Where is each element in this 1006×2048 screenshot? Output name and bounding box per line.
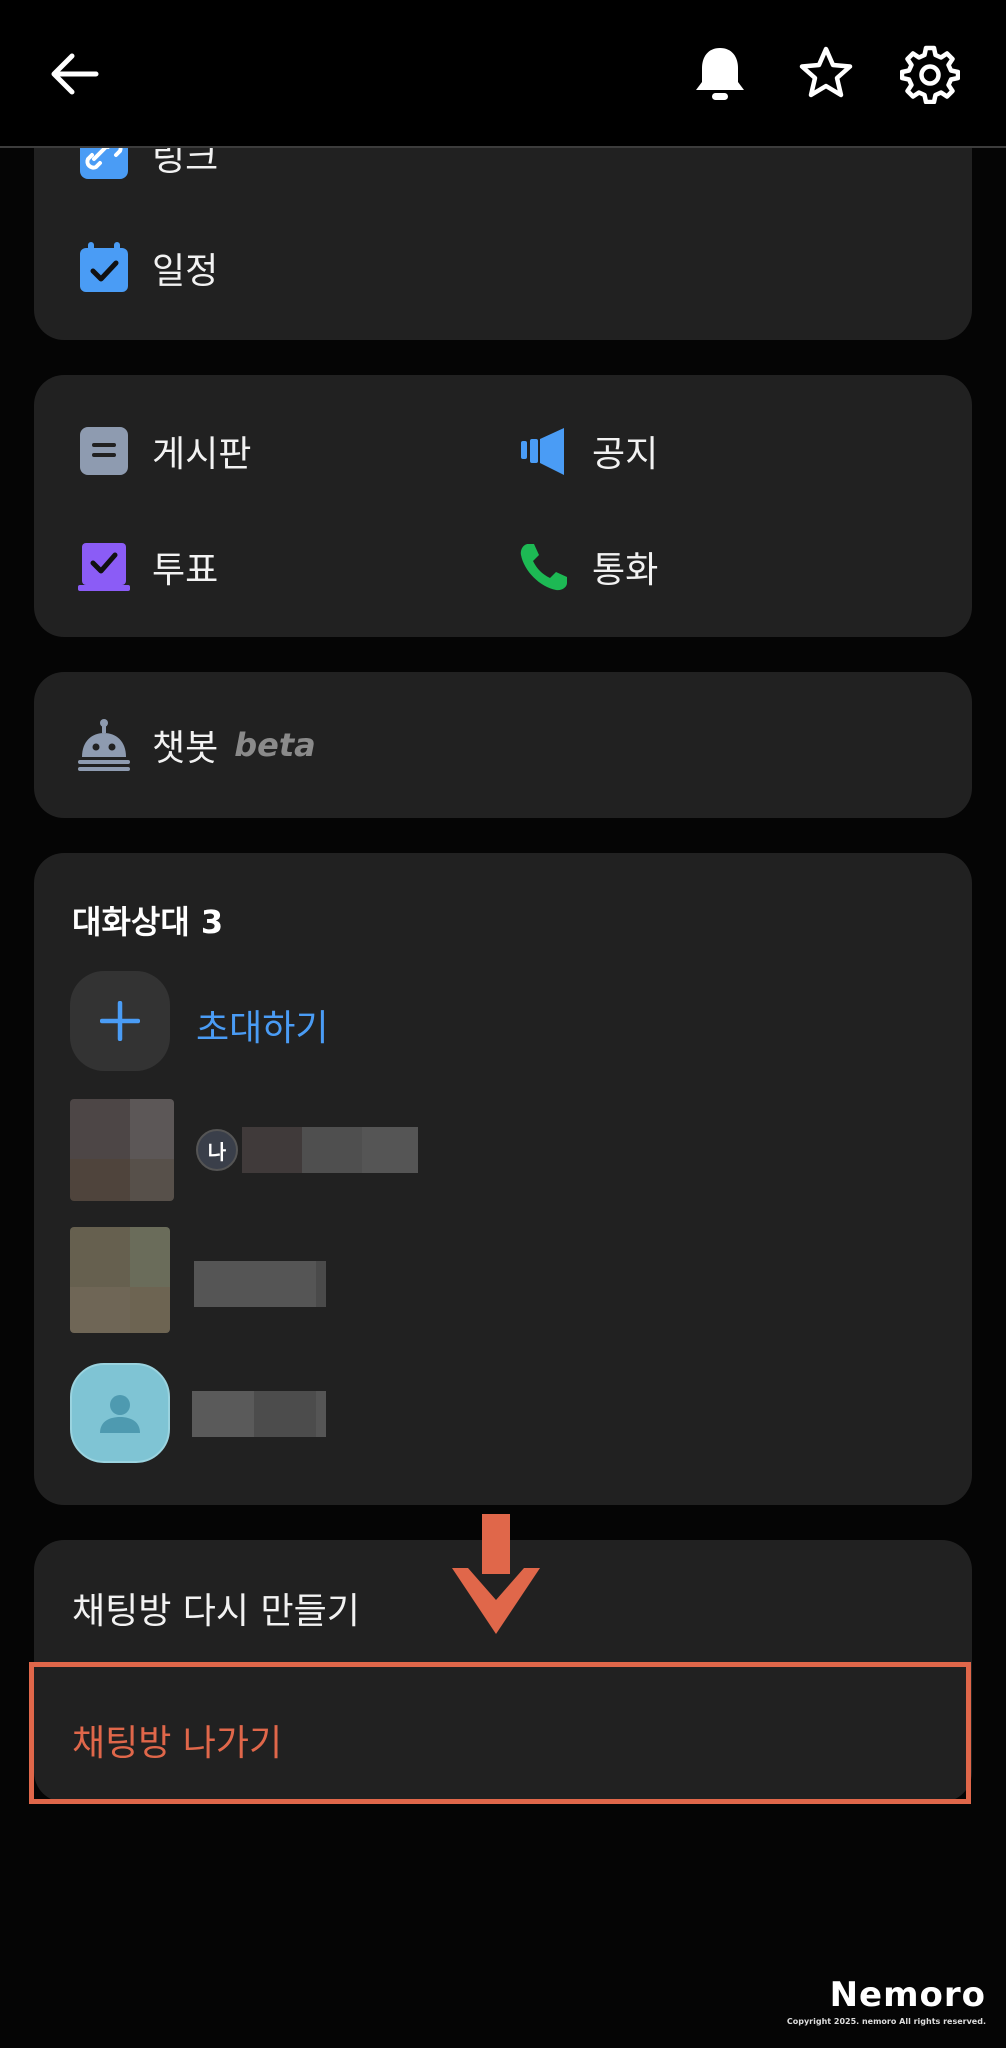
member-row[interactable]: 나 — [34, 1097, 972, 1203]
avatar — [70, 1363, 170, 1463]
feature-call[interactable]: 통화 — [516, 539, 658, 595]
invite-icon-box — [70, 971, 170, 1071]
brand-watermark: Nemoro Copyright 2025. nemoro All rights… — [787, 1975, 986, 2026]
brand-copyright: Copyright 2025. nemoro All rights reserv… — [786, 2017, 986, 2026]
person-icon — [100, 1395, 140, 1433]
member-row[interactable] — [34, 1227, 972, 1333]
feature-notice[interactable]: 공지 — [516, 423, 658, 479]
notification-button[interactable] — [684, 38, 756, 110]
features-card: 게시판 공지 투표 통화 — [34, 375, 972, 637]
members-title: 대화상대 3 — [72, 903, 224, 941]
me-badge: 나 — [196, 1129, 238, 1171]
menu-item-schedule-label: 일정 — [152, 251, 219, 292]
beta-badge: beta — [234, 726, 316, 764]
back-button[interactable] — [38, 38, 110, 110]
avatar — [70, 1099, 174, 1201]
phone-icon — [520, 544, 567, 591]
member-name-redacted — [242, 1127, 302, 1173]
vote-icon — [78, 543, 130, 591]
board-icon — [80, 427, 128, 475]
member-name-redacted — [362, 1127, 418, 1173]
member-name-redacted — [192, 1391, 254, 1437]
highlight-box — [29, 1662, 971, 1804]
feature-vote[interactable]: 투표 — [76, 539, 218, 595]
gear-icon — [900, 45, 960, 104]
invite-label: 초대하기 — [196, 1008, 329, 1049]
invite-button[interactable]: 초대하기 — [70, 971, 570, 1071]
member-name-redacted — [316, 1261, 326, 1307]
member-row[interactable] — [34, 1363, 972, 1465]
robot-icon — [78, 719, 130, 771]
chatbot-item[interactable]: 챗봇 beta — [76, 717, 316, 773]
back-arrow-icon — [51, 53, 99, 95]
avatar — [70, 1227, 170, 1333]
recreate-chat-label: 채팅방 다시 만들기 — [72, 1591, 360, 1632]
members-card: 대화상대 3 초대하기 나 — [34, 853, 972, 1505]
feature-board-label: 게시판 — [152, 434, 252, 475]
settings-button[interactable] — [894, 38, 966, 110]
chatbot-label: 챗봇 — [152, 728, 219, 769]
megaphone-icon — [521, 428, 564, 475]
member-name-redacted — [194, 1261, 316, 1307]
menu-item-schedule[interactable]: 일정 — [76, 240, 218, 296]
chatbot-card[interactable]: 챗봇 beta — [34, 672, 972, 818]
me-badge-label: 나 — [207, 1139, 227, 1164]
feature-call-label: 통화 — [592, 550, 659, 591]
bell-icon — [696, 48, 744, 100]
brand-name: Nemoro — [829, 1975, 986, 2015]
member-name-redacted — [254, 1391, 316, 1437]
member-name-redacted — [316, 1391, 326, 1437]
member-name-redacted — [302, 1127, 362, 1173]
plus-icon — [100, 1001, 140, 1041]
favorite-button[interactable] — [790, 38, 862, 110]
feature-notice-label: 공지 — [592, 434, 659, 475]
star-icon — [799, 46, 853, 98]
feature-board[interactable]: 게시판 — [76, 423, 251, 479]
top-bar — [0, 0, 1006, 148]
arrow-down-icon — [452, 1514, 540, 1634]
calendar-icon — [80, 242, 128, 292]
feature-vote-label: 투표 — [152, 550, 219, 591]
